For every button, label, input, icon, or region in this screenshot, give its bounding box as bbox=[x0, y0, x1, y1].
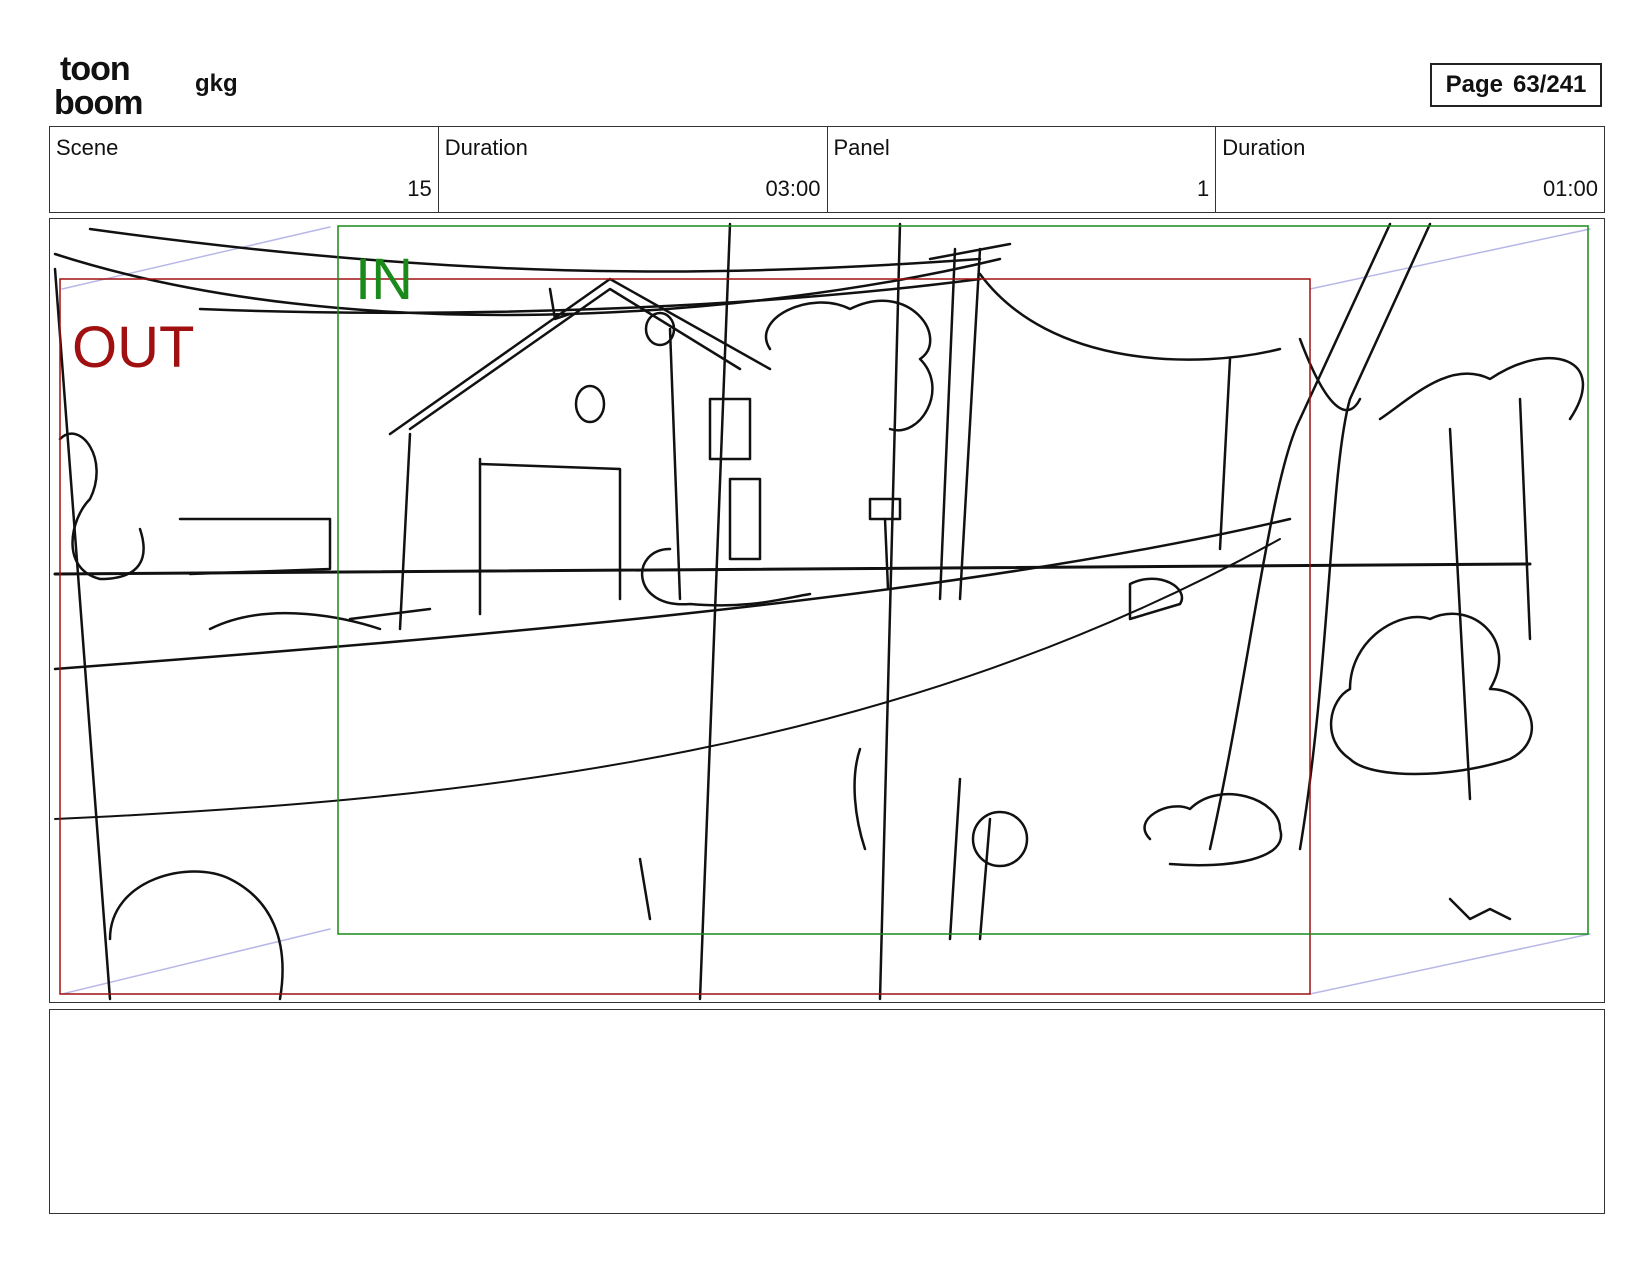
camera-out-label: OUT bbox=[72, 315, 194, 380]
panel-cell: Panel 1 bbox=[828, 127, 1217, 212]
panel-value: 1 bbox=[1197, 176, 1210, 201]
panel-duration-label: Duration bbox=[1222, 135, 1306, 160]
scene-value: 15 bbox=[407, 176, 432, 201]
panel-duration-cell: Duration 01:00 bbox=[1216, 127, 1604, 212]
logo-text-bottom: boom bbox=[54, 84, 143, 120]
storyboard-panel: IN OUT bbox=[49, 218, 1605, 1003]
page-number: 63/241 bbox=[1512, 71, 1587, 98]
camera-out-frame bbox=[59, 278, 1311, 995]
panel-notes-box[interactable] bbox=[49, 1009, 1605, 1214]
logo-text-top: toon bbox=[60, 52, 130, 88]
camera-move-guides bbox=[61, 226, 1591, 995]
scene-duration-cell: Duration 03:00 bbox=[439, 127, 828, 212]
camera-in-label: IN bbox=[355, 247, 413, 312]
panel-label: Panel bbox=[833, 135, 890, 160]
scene-cell: Scene 15 bbox=[50, 127, 439, 212]
panel-duration-value: 01:00 bbox=[1542, 176, 1598, 201]
page-label: Page bbox=[1445, 71, 1503, 98]
page-indicator: Page 63/241 bbox=[1430, 63, 1602, 107]
panel-sketch: IN OUT bbox=[53, 222, 1591, 1001]
scene-duration-value: 03:00 bbox=[765, 176, 821, 201]
toonboom-logo: toon boom bbox=[54, 50, 174, 122]
scene-label: Scene bbox=[56, 135, 119, 160]
panel-info-table: Scene 15 Duration 03:00 Panel 1 Duration… bbox=[49, 126, 1605, 213]
scene-duration-label: Duration bbox=[444, 135, 528, 160]
project-title: gkg bbox=[195, 70, 238, 97]
